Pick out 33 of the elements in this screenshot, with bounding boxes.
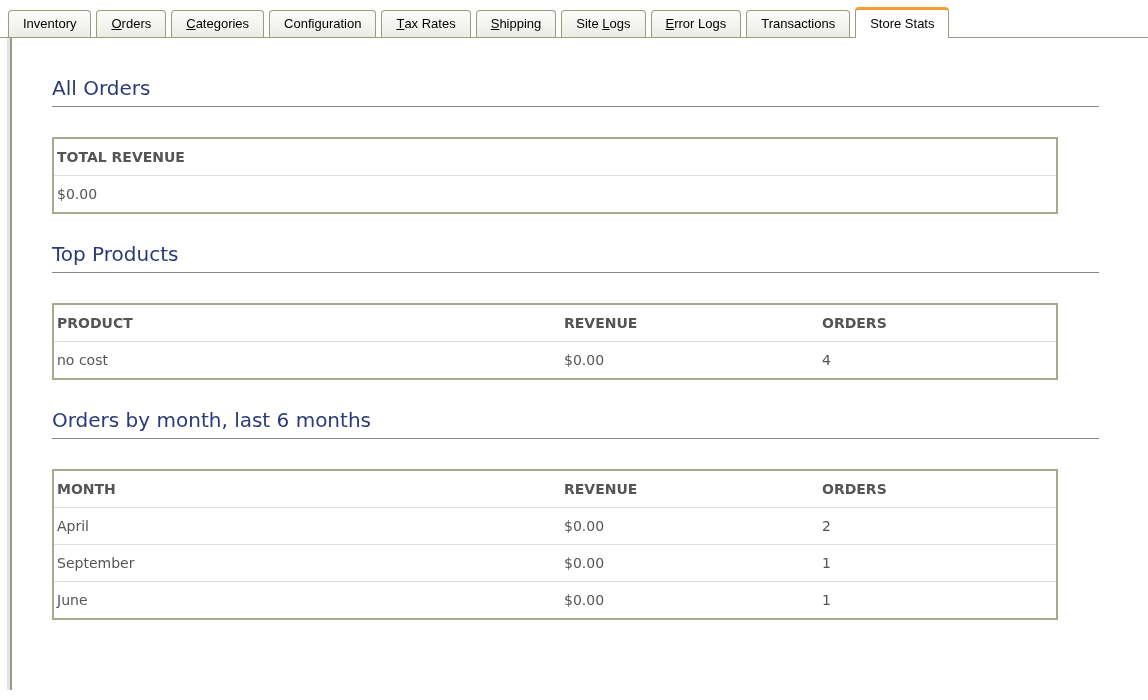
column-header: TOTAL REVENUE <box>53 138 1057 176</box>
tab[interactable]: Categories <box>171 10 265 37</box>
column-header: REVENUE <box>561 304 819 342</box>
tab[interactable]: Store Stats <box>855 7 950 38</box>
column-header: ORDERS <box>819 304 1057 342</box>
table-cell: $0.00 <box>53 175 1057 213</box>
tab[interactable]: Error Logs <box>650 10 742 37</box>
column-header: MONTH <box>53 470 561 508</box>
table-cell: $0.00 <box>561 341 819 379</box>
section-heading: Orders by month, last 6 months <box>52 408 1099 439</box>
section-heading: All Orders <box>52 76 1099 107</box>
tab[interactable]: Site Logs <box>561 10 646 37</box>
tab[interactable]: Configuration <box>269 10 377 37</box>
table-cell: June <box>53 581 561 619</box>
section-heading: Top Products <box>52 242 1099 273</box>
tab[interactable]: Orders <box>96 10 167 37</box>
table-cell: $0.00 <box>561 581 819 619</box>
table-cell: 1 <box>819 581 1057 619</box>
tab[interactable]: Shipping <box>475 10 557 37</box>
table-cell: $0.00 <box>561 544 819 582</box>
table-cell: 4 <box>819 341 1057 379</box>
tab[interactable]: Tax Rates <box>381 10 471 37</box>
column-header: REVENUE <box>561 470 819 508</box>
column-header: ORDERS <box>819 470 1057 508</box>
tab[interactable]: Transactions <box>746 10 851 37</box>
table-cell: no cost <box>53 341 561 379</box>
column-header: PRODUCT <box>53 304 561 342</box>
table-cell: April <box>53 507 561 545</box>
table-cell: 2 <box>819 507 1057 545</box>
table-cell: September <box>53 544 561 582</box>
table-cell: $0.00 <box>561 507 819 545</box>
tab[interactable]: Inventory <box>8 10 92 37</box>
table-cell: 1 <box>819 544 1057 582</box>
